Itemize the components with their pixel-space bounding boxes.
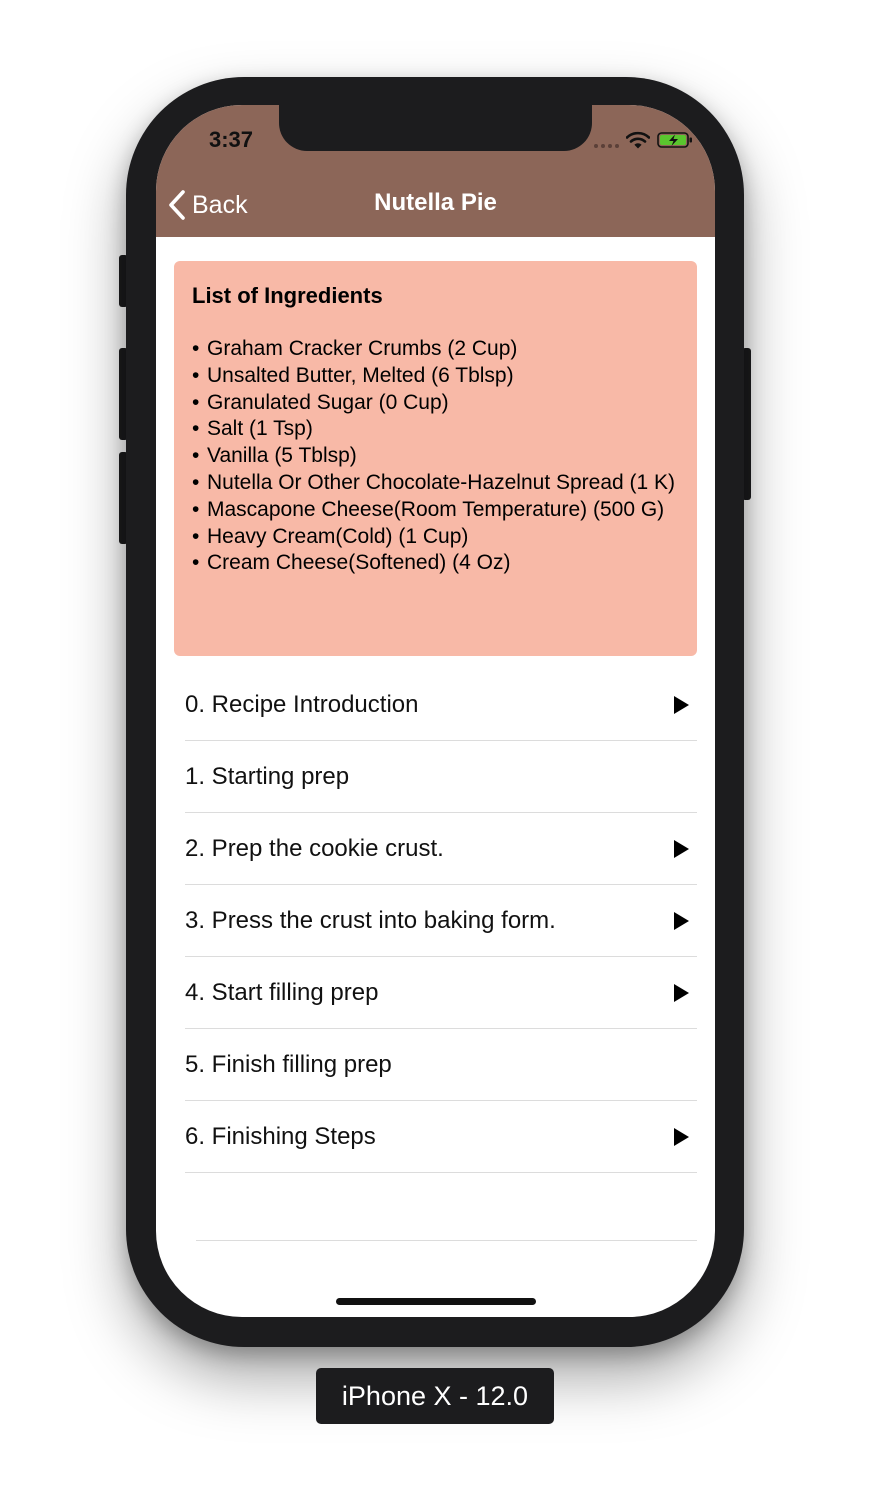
step-label: 1. Starting prep xyxy=(185,762,350,790)
ingredient-item: Cream Cheese(Softened) (4 Oz) xyxy=(192,550,679,577)
step-row[interactable]: 6. Finishing Steps xyxy=(185,1101,697,1173)
device-label: iPhone X - 12.0 xyxy=(316,1368,554,1424)
ingredient-item: Unsalted Butter, Melted (6 Tblsp) xyxy=(192,363,679,390)
page-title: Nutella Pie xyxy=(374,189,497,216)
navigation-header: 3:37 Back Nutella Pie xyxy=(156,105,715,237)
ingredient-item: Heavy Cream(Cold) (1 Cup) xyxy=(192,524,679,551)
status-time: 3:37 xyxy=(208,127,254,152)
home-indicator[interactable] xyxy=(336,1298,536,1305)
ingredient-item: Graham Cracker Crumbs (2 Cup) xyxy=(192,336,679,363)
step-label: 4. Start filling prep xyxy=(185,978,379,1006)
play-icon[interactable] xyxy=(673,839,690,859)
ingredient-item: Vanilla (5 Tblsp) xyxy=(192,443,679,470)
step-row[interactable]: 1. Starting prep xyxy=(185,741,697,813)
play-icon[interactable] xyxy=(673,911,690,931)
steps-list: 0. Recipe Introduction 1. Starting prep 2.… xyxy=(185,669,697,1173)
step-row[interactable]: 2. Prep the cookie crust. xyxy=(185,813,697,885)
screen: 3:37 Back Nutella Pie List of Ingredient… xyxy=(156,105,715,1317)
empty-row-separator xyxy=(196,1240,697,1241)
signal-strength-icon xyxy=(594,144,619,148)
ingredient-item: Granulated Sugar (0 Cup) xyxy=(192,390,679,417)
play-icon[interactable] xyxy=(673,1127,690,1147)
step-label: 6. Finishing Steps xyxy=(185,1122,376,1150)
step-row[interactable]: 0. Recipe Introduction xyxy=(185,669,697,741)
ingredient-item: Nutella Or Other Chocolate-Hazelnut Spre… xyxy=(192,470,679,497)
step-row[interactable]: 4. Start filling prep xyxy=(185,957,697,1029)
play-icon[interactable] xyxy=(673,983,690,1003)
battery-icon xyxy=(657,132,692,148)
step-label: 0. Recipe Introduction xyxy=(185,690,419,718)
step-label: 2. Prep the cookie crust. xyxy=(185,834,444,862)
ingredient-item: Salt (1 Tsp) xyxy=(192,416,679,443)
ingredient-item: Mascapone Cheese(Room Temperature) (500 … xyxy=(192,497,679,524)
notch xyxy=(279,105,592,151)
step-row[interactable]: 5. Finish filling prep xyxy=(185,1029,697,1101)
ingredients-list: Graham Cracker Crumbs (2 Cup)Unsalted Bu… xyxy=(192,336,679,577)
play-icon[interactable] xyxy=(673,695,690,715)
ingredients-title: List of Ingredients xyxy=(192,283,383,308)
step-label: 3. Press the crust into baking form. xyxy=(185,906,556,934)
wifi-icon xyxy=(626,131,650,149)
ingredients-card: List of Ingredients Graham Cracker Crumb… xyxy=(174,261,697,656)
step-label: 5. Finish filling prep xyxy=(185,1050,392,1078)
step-row[interactable]: 3. Press the crust into baking form. xyxy=(185,885,697,957)
